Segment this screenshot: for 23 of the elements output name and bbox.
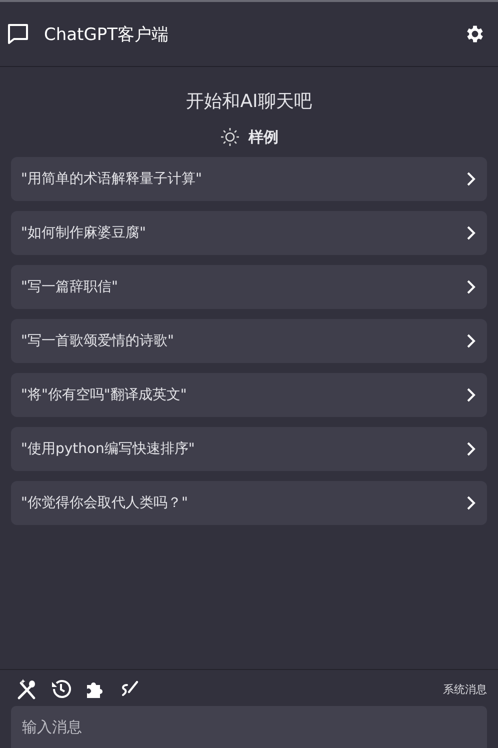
- examples-label: 样例: [248, 128, 278, 146]
- sun-icon: [220, 127, 240, 147]
- chevron-icon: [465, 333, 477, 349]
- chevron-icon: [465, 495, 477, 511]
- app-title: ChatGPT客户端: [44, 24, 170, 46]
- message-input[interactable]: 输入消息: [11, 706, 487, 748]
- chevron-icon: [465, 387, 477, 403]
- chevron-icon: [465, 171, 477, 187]
- example-prompt[interactable]: "你觉得你会取代人类吗？": [11, 481, 487, 525]
- history-icon[interactable]: [50, 678, 72, 700]
- chevron-icon: [465, 225, 477, 241]
- system-message-button[interactable]: 系统消息: [443, 682, 487, 696]
- welcome-title: 开始和AI聊天吧: [185, 90, 313, 113]
- example-prompt[interactable]: "将"你有空吗"翻译成英文": [11, 373, 487, 417]
- chat-icon[interactable]: [6, 22, 30, 46]
- example-prompt[interactable]: "如何制作麻婆豆腐": [11, 211, 487, 255]
- magic-tools-icon[interactable]: [16, 678, 38, 700]
- example-prompt[interactable]: "用简单的术语解释量子计算": [11, 157, 487, 201]
- chevron-icon: [465, 441, 477, 457]
- example-prompt[interactable]: "使用python编写快速排序": [11, 427, 487, 471]
- example-prompt[interactable]: "写一篇辞职信": [11, 265, 487, 309]
- example-prompt[interactable]: "写一首歌颂爱情的诗歌": [11, 319, 487, 363]
- chevron-icon: [465, 279, 477, 295]
